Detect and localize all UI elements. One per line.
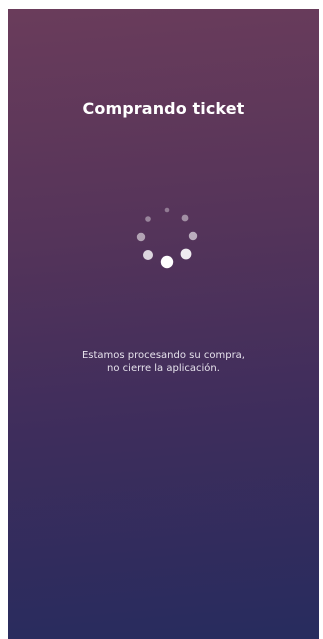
spinner-dot: [145, 216, 151, 222]
spinner-dot: [180, 248, 192, 260]
purchase-loading-screen: Comprando ticket Estamos procesando su c…: [8, 9, 319, 639]
processing-message: Estamos procesando su compra, no cierre …: [8, 349, 319, 375]
spinner-dot: [188, 231, 198, 241]
page-title: Comprando ticket: [82, 99, 245, 118]
spinner-dot: [136, 232, 146, 242]
spinner-dot: [160, 255, 174, 269]
spinner-dot: [143, 250, 153, 260]
spinner-dot: [181, 214, 189, 222]
processing-message-line1: Estamos procesando su compra,: [81, 350, 245, 361]
spinner-dot: [164, 207, 170, 213]
processing-message-line2: no cierre la aplicación.: [107, 363, 220, 374]
